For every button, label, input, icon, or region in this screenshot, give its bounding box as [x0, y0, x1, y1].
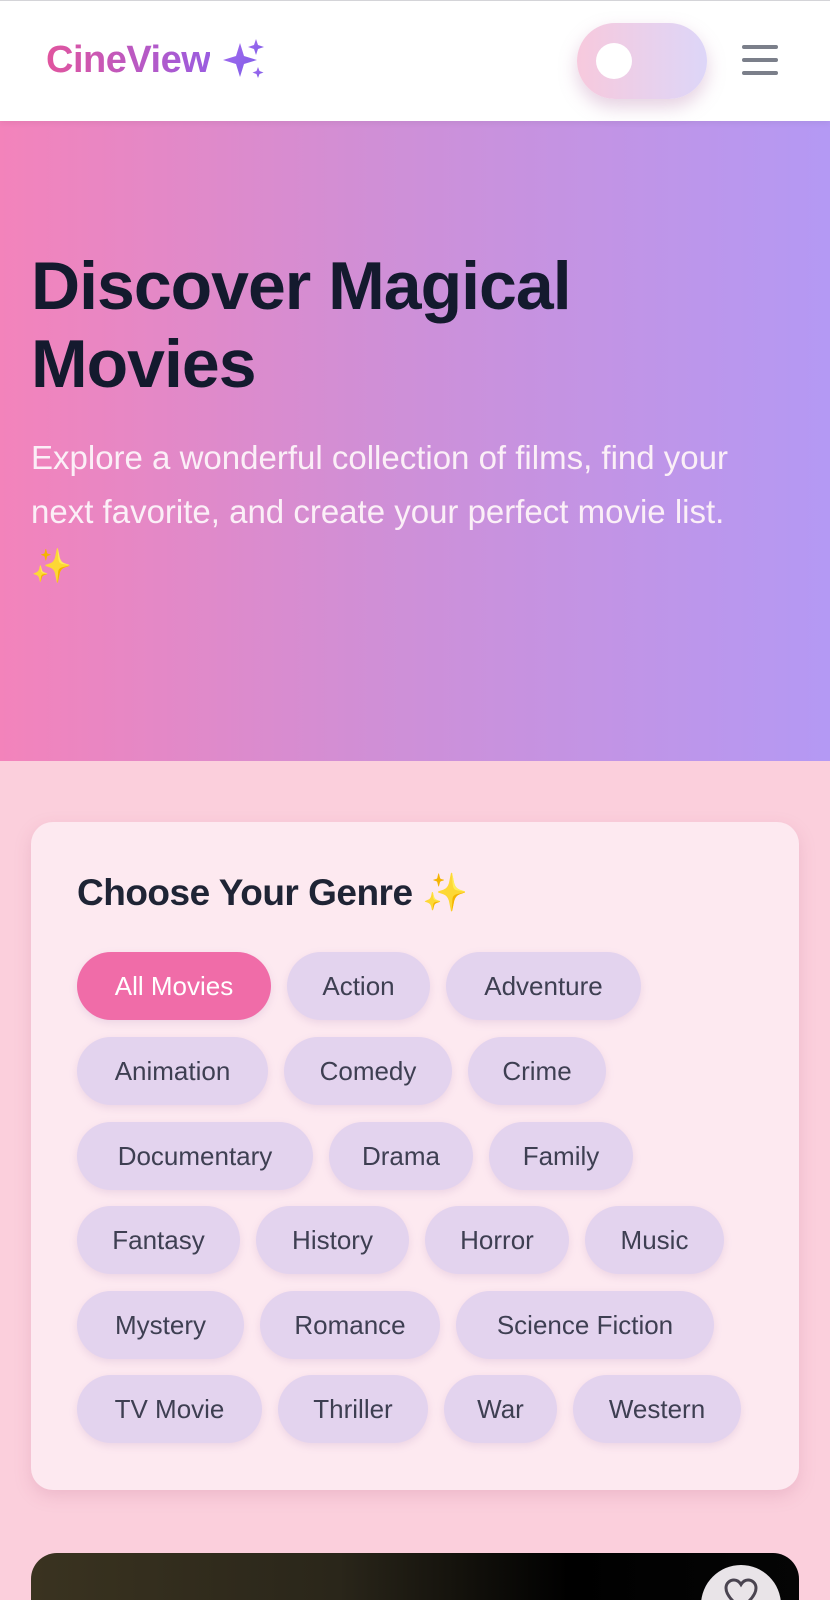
- genre-chip-family[interactable]: Family: [489, 1122, 633, 1190]
- brand-logo[interactable]: CineView: [46, 37, 266, 83]
- brand-name: CineView: [46, 38, 211, 81]
- hero-title: Discover Magical Movies: [31, 248, 572, 402]
- genre-chip-science-fiction[interactable]: Science Fiction: [456, 1291, 714, 1359]
- genre-chip-action[interactable]: Action: [287, 952, 430, 1020]
- genre-chip-adventure[interactable]: Adventure: [446, 952, 641, 1020]
- sparkles-icon: [223, 39, 265, 78]
- page: CineView Discover Magical Movies Explore…: [0, 0, 830, 1600]
- genre-chip-crime[interactable]: Crime: [468, 1037, 606, 1105]
- genre-chip-tv-movie[interactable]: TV Movie: [77, 1375, 262, 1443]
- genre-chip-western[interactable]: Western: [573, 1375, 741, 1443]
- genre-chip-drama[interactable]: Drama: [329, 1122, 473, 1190]
- top-header: CineView: [0, 0, 830, 121]
- genre-chip-romance[interactable]: Romance: [260, 1291, 440, 1359]
- hero-description: Explore a wonderful collection of films,…: [31, 439, 728, 584]
- genre-chip-mystery[interactable]: Mystery: [77, 1291, 244, 1359]
- hero-section: Discover Magical Movies Explore a wonder…: [0, 121, 830, 761]
- genre-card: Choose Your Genre ✨ All Movies Action Ad…: [31, 822, 799, 1490]
- genre-chip-music[interactable]: Music: [585, 1206, 724, 1274]
- movie-card[interactable]: [31, 1553, 799, 1600]
- hamburger-menu-icon[interactable]: [742, 45, 778, 75]
- toggle-knob: [596, 43, 632, 79]
- genre-chip-all-movies[interactable]: All Movies: [77, 952, 271, 1020]
- theme-toggle[interactable]: [577, 23, 707, 99]
- genre-chip-war[interactable]: War: [444, 1375, 557, 1443]
- genre-chip-history[interactable]: History: [256, 1206, 409, 1274]
- genre-chip-documentary[interactable]: Documentary: [77, 1122, 313, 1190]
- favorite-button[interactable]: [701, 1565, 781, 1600]
- genre-chip-animation[interactable]: Animation: [77, 1037, 268, 1105]
- heart-icon: [724, 1578, 758, 1600]
- genre-chip-comedy[interactable]: Comedy: [284, 1037, 452, 1105]
- genre-chip-horror[interactable]: Horror: [425, 1206, 569, 1274]
- genre-chip-fantasy[interactable]: Fantasy: [77, 1206, 240, 1274]
- genre-title: Choose Your Genre ✨: [77, 872, 468, 913]
- genre-chip-thriller[interactable]: Thriller: [278, 1375, 428, 1443]
